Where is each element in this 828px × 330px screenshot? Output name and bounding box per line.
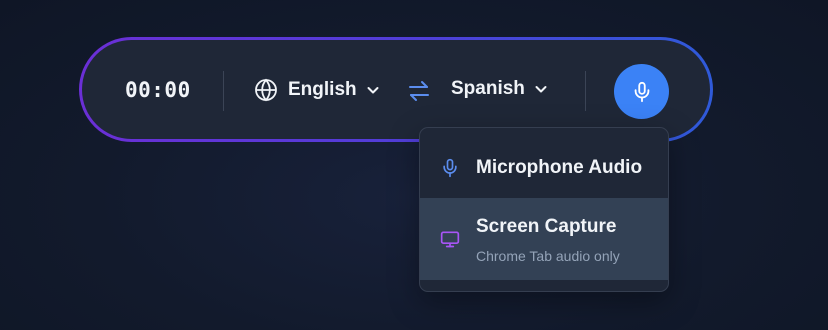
source-language-label: English: [288, 79, 357, 100]
target-language-label: Spanish: [451, 78, 525, 99]
menu-item-subtitle: Chrome Tab audio only: [476, 248, 620, 264]
menu-item-title: Screen Capture: [476, 216, 617, 237]
swap-arrows-icon: [406, 78, 432, 104]
source-language-selector[interactable]: English: [254, 78, 380, 102]
toolbar-divider: [585, 71, 586, 111]
chevron-down-icon: [366, 83, 380, 97]
toolbar-divider: [223, 71, 224, 111]
swap-languages-button[interactable]: [406, 78, 432, 104]
toolbar-body: 00:00 English Spanish: [82, 40, 710, 139]
globe-icon: [254, 78, 278, 102]
menu-item-microphone-audio[interactable]: Microphone Audio: [420, 128, 668, 198]
microphone-icon: [631, 81, 653, 103]
recording-timer: 00:00: [125, 78, 191, 102]
target-language-selector[interactable]: Spanish: [451, 78, 548, 100]
microphone-button[interactable]: [614, 64, 669, 119]
chevron-down-icon: [534, 82, 548, 96]
monitor-icon: [440, 229, 460, 249]
audio-source-menu: Microphone Audio Screen Capture Chrome T…: [419, 127, 669, 292]
microphone-icon: [440, 158, 460, 178]
menu-item-title: Microphone Audio: [476, 157, 643, 178]
menu-item-screen-capture[interactable]: Screen Capture Chrome Tab audio only: [420, 198, 668, 280]
